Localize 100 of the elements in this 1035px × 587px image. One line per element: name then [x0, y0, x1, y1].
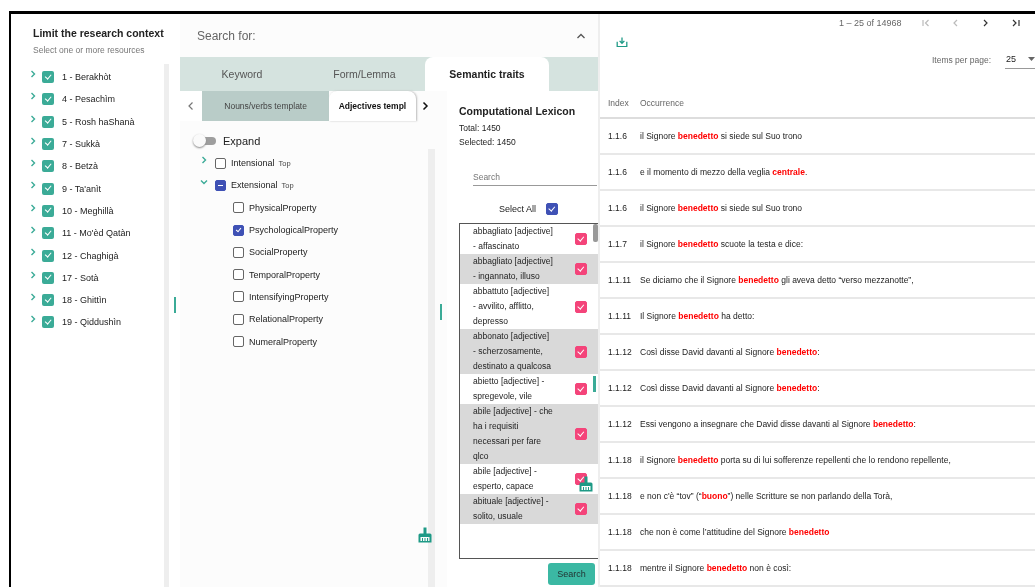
chevron-icon[interactable] — [28, 180, 38, 191]
resource-label: 9 - Ta'anìt — [62, 183, 102, 194]
total-count: Total: 1450 — [459, 123, 502, 133]
resource-label: 12 - Chaghigà — [62, 250, 119, 261]
chevron-icon[interactable] — [28, 91, 38, 102]
chevron-icon[interactable] — [28, 113, 38, 124]
tab[interactable]: Semantic traits — [425, 57, 549, 91]
table-cell: il Signore benedetto scuote la testa e dice: — [640, 239, 803, 249]
checkbox[interactable] — [575, 300, 587, 313]
table-cell-text: 1.1.7 — [607, 239, 628, 249]
panel-subtitle: Select one or more resources — [33, 45, 146, 55]
table-cell: il Signore benedetto porta su di lui sofferenze repellenti che lo rendono repellente, — [640, 455, 951, 465]
tree-label: Intensional — [231, 158, 275, 169]
chevron-icon[interactable] — [28, 247, 38, 258]
checkbox[interactable] — [575, 428, 587, 440]
chevron-icon[interactable] — [28, 269, 38, 280]
resource-label: 19 - Qiddushìn — [62, 317, 122, 328]
resize-handle[interactable] — [593, 376, 596, 392]
checkbox[interactable] — [42, 294, 54, 307]
checkbox[interactable] — [575, 233, 587, 245]
checkbox[interactable] — [42, 71, 54, 84]
resize-handle[interactable] — [173, 297, 176, 313]
checkbox[interactable] — [546, 203, 558, 215]
table-cell: il Signore benedetto si siede sul Suo trono — [640, 203, 803, 213]
scrollbar-thumb[interactable] — [593, 224, 598, 242]
chevron-left-icon — [187, 101, 196, 111]
table-cell: Essi vengono a insegnare che David disse davanti al Signore benedetto: — [640, 419, 916, 429]
resource-label: 11 - Mo'èd Qatàn — [62, 228, 131, 239]
table-cell-text: 1.1.12 — [607, 347, 633, 357]
tab[interactable]: Form/Lemma — [304, 57, 425, 91]
chevron-icon[interactable] — [28, 135, 38, 146]
checkbox[interactable] — [42, 182, 54, 195]
checkbox[interactable] — [575, 345, 587, 358]
checkbox[interactable] — [233, 202, 244, 214]
table-cell-text: 1.1.11 — [607, 275, 632, 285]
table-cell-text: 1.1.6 — [607, 203, 628, 213]
dropdown-arrow-icon — [1028, 57, 1035, 61]
tree-label: IntensifyingProperty — [249, 291, 329, 302]
search-button[interactable]: Search — [548, 563, 595, 585]
resource-label: 8 - Betzà — [62, 161, 99, 172]
items-per-page-label: Items per page: — [931, 55, 991, 65]
scrollbar[interactable] — [428, 149, 435, 587]
chevron-icon[interactable] — [28, 314, 38, 325]
checkbox[interactable] — [233, 313, 244, 325]
chevron-icon[interactable] — [28, 291, 38, 302]
checkbox[interactable] — [42, 138, 54, 151]
page-range: 1 – 25 of 14968 — [839, 17, 903, 28]
checkbox[interactable] — [42, 271, 54, 284]
column-header: Index — [607, 98, 630, 108]
checkbox[interactable] — [215, 179, 226, 191]
table-cell-text: 1.1.18 — [607, 491, 633, 501]
download-icon[interactable] — [615, 36, 629, 47]
table-cell-text: 1.1.18 — [607, 563, 633, 573]
tab[interactable]: Nouns/verbs template — [202, 91, 330, 121]
checkbox[interactable] — [42, 115, 54, 128]
chevron-icon[interactable] — [28, 158, 38, 169]
checkbox[interactable] — [215, 157, 226, 169]
select-all-label: Select All — [499, 204, 536, 214]
checkbox[interactable] — [233, 291, 244, 303]
checkbox[interactable] — [575, 383, 587, 395]
search-field[interactable]: Search — [473, 169, 597, 186]
chevron-icon[interactable] — [28, 202, 38, 213]
toggle-label: Expand — [223, 135, 261, 147]
tab[interactable]: Keyword — [180, 57, 304, 91]
toggle-switch[interactable] — [193, 135, 217, 147]
table-cell: Il Signore benedetto ha detto: — [640, 311, 755, 321]
table-cell: mentre il Signore benedetto non è così: — [640, 563, 792, 573]
tree-label: RelationalProperty — [249, 314, 324, 325]
tree-label: NumeralProperty — [249, 336, 318, 347]
chevron-icon[interactable] — [199, 155, 209, 165]
checkbox[interactable] — [233, 336, 244, 347]
table-cell: e non c'è “tov” (“buono”) nelle Scritture se non parlando della Torà, — [640, 491, 893, 501]
tab[interactable]: Adjectives templ — [329, 91, 416, 121]
checkbox[interactable] — [42, 204, 54, 217]
chevron-icon[interactable] — [28, 69, 38, 79]
checkbox[interactable] — [233, 269, 244, 281]
broom-icon[interactable] — [579, 476, 593, 492]
checkbox[interactable] — [42, 160, 54, 173]
page-size-select[interactable]: 25 — [1005, 51, 1035, 69]
chevron-up-icon[interactable] — [576, 31, 586, 40]
resource-label: 1 - Berakhòt — [62, 72, 112, 83]
table-cell: Così disse David davanti al Signore benedetto: — [640, 347, 820, 357]
checkbox[interactable] — [42, 249, 54, 262]
checkbox[interactable] — [233, 246, 244, 258]
table-cell: il Signore benedetto si siede sul Suo trono — [640, 131, 803, 141]
checkbox[interactable] — [42, 93, 54, 106]
section-title: Search for: — [197, 28, 256, 43]
resize-handle[interactable] — [440, 304, 442, 320]
tree-label: Extensional — [231, 180, 278, 191]
checkbox[interactable] — [42, 316, 54, 329]
checkbox[interactable] — [575, 263, 587, 275]
checkbox[interactable] — [233, 224, 244, 236]
table-cell: Se diciamo che il Signore benedetto gli aveva detto “verso mezzanotte”, — [640, 275, 914, 285]
column-header: Occurrence — [640, 98, 684, 108]
chevron-icon[interactable] — [28, 225, 38, 236]
last-page-icon — [1011, 17, 1021, 28]
checkbox[interactable] — [575, 503, 587, 515]
broom-icon[interactable] — [418, 527, 432, 543]
checkbox[interactable] — [42, 227, 54, 240]
table-cell: Così disse David davanti al Signore benedetto: — [640, 383, 820, 393]
